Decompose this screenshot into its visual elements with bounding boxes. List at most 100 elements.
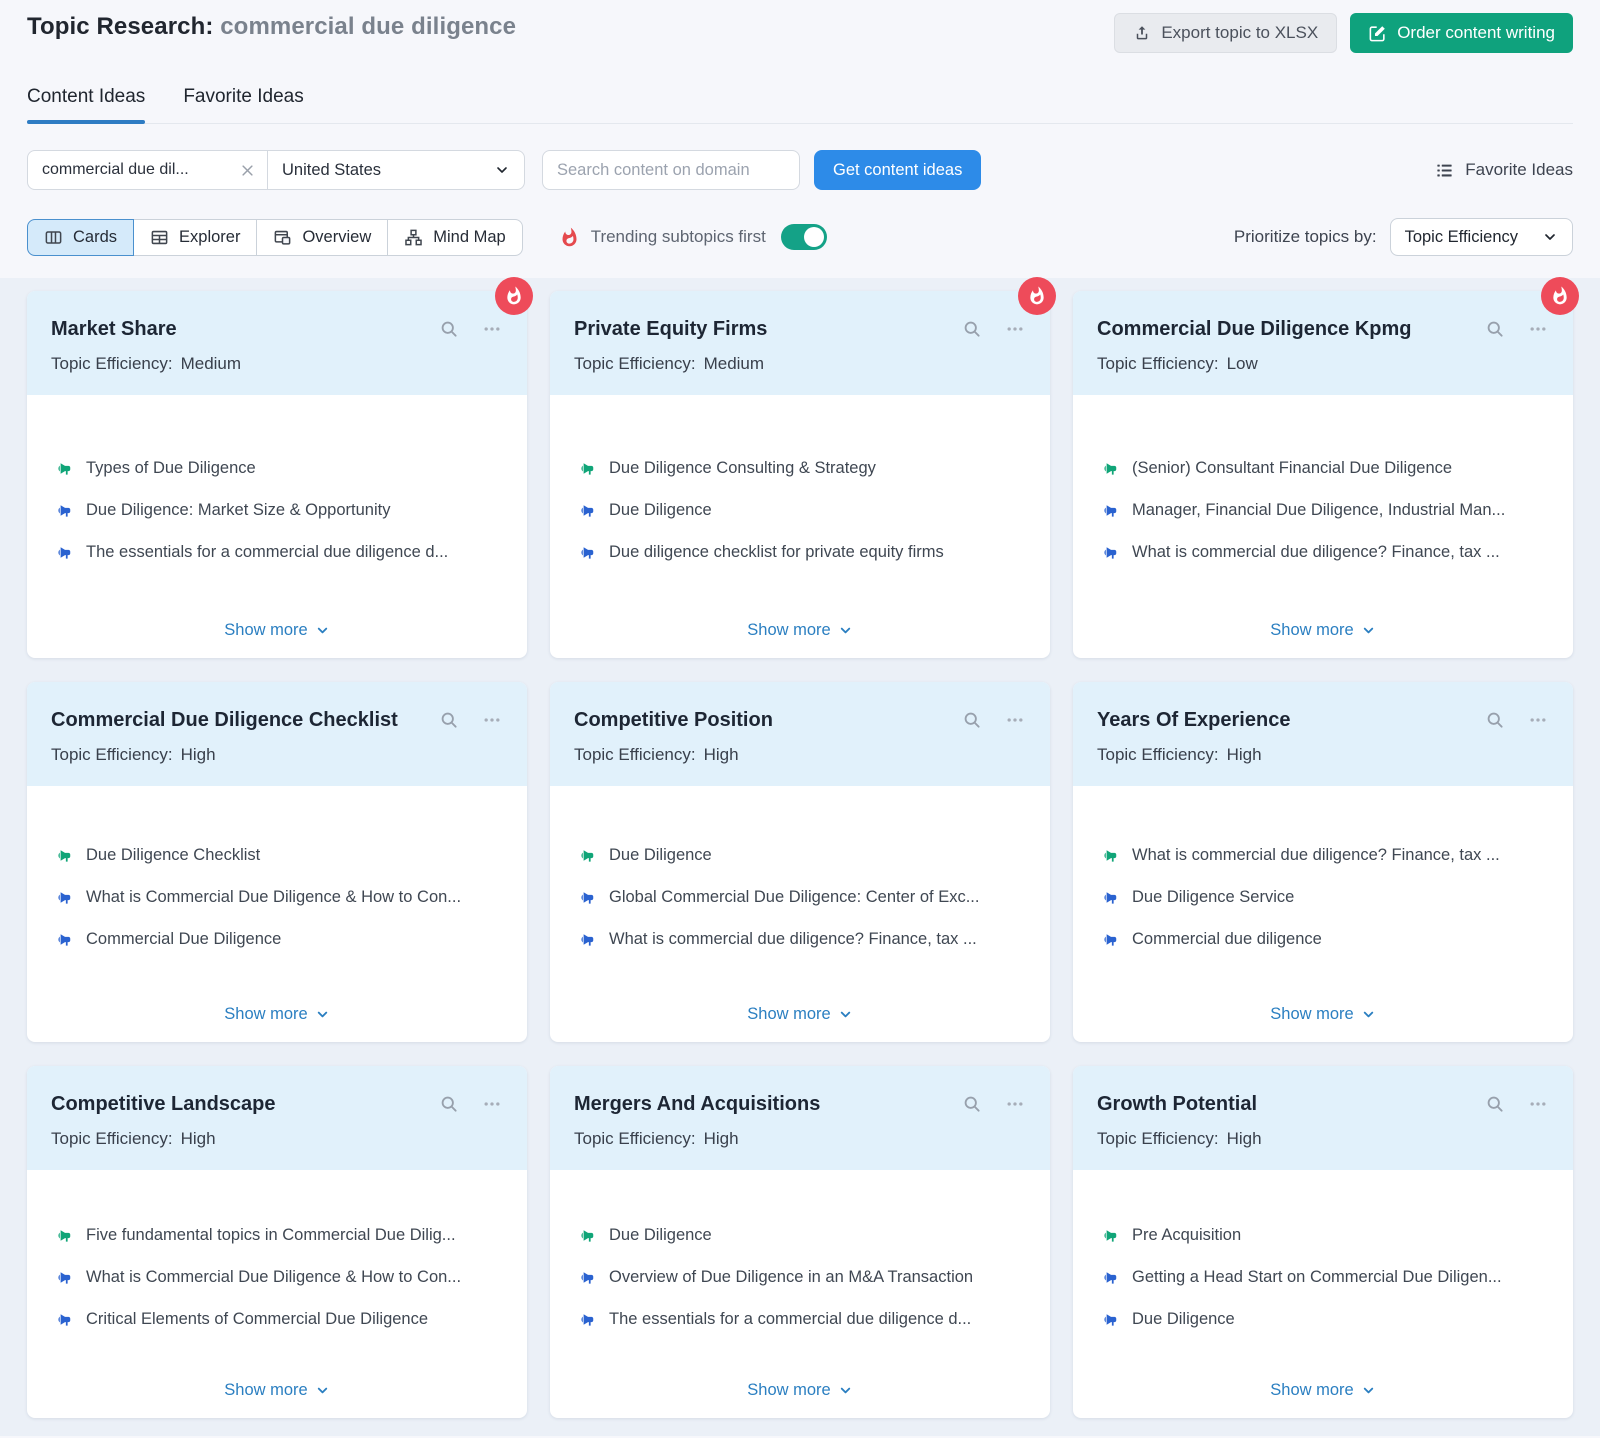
subtopic-item[interactable]: Due Diligence Consulting & Strategy (574, 458, 1026, 479)
show-more-button[interactable]: Show more (1270, 1381, 1375, 1400)
subtopic-item[interactable]: The essentials for a commercial due dili… (51, 542, 503, 563)
card-search-button[interactable] (962, 1094, 982, 1114)
subtopic-item[interactable]: What is commercial due diligence? Financ… (1097, 542, 1549, 563)
topic-efficiency-label: Topic Efficiency: (1097, 354, 1219, 374)
card-title: Commercial Due Diligence Checklist (51, 707, 439, 733)
keyword-value: commercial due dil... (42, 161, 189, 179)
view-bar: Cards Explorer Overview (27, 218, 1573, 256)
get-content-ideas-button[interactable]: Get content ideas (814, 150, 981, 190)
top-bar: Topic Research: commercial due diligence… (0, 0, 1600, 256)
topic-efficiency-value: Medium (181, 354, 241, 374)
tab-content-ideas[interactable]: Content Ideas (27, 86, 145, 123)
subtopic-item[interactable]: Getting a Head Start on Commercial Due D… (1097, 1267, 1549, 1288)
view-explorer-label: Explorer (179, 228, 240, 247)
keyword-input[interactable]: commercial due dil... (28, 151, 268, 189)
megaphone-icon (1097, 542, 1118, 563)
subtopic-item[interactable]: Global Commercial Due Diligence: Center … (574, 887, 1026, 908)
card-search-button[interactable] (1485, 319, 1505, 339)
megaphone-icon (51, 500, 72, 521)
card-search-button[interactable] (962, 319, 982, 339)
subtopic-item[interactable]: Types of Due Diligence (51, 458, 503, 479)
subtopic-item[interactable]: Due Diligence Service (1097, 887, 1549, 908)
view-overview[interactable]: Overview (256, 219, 388, 256)
card-search-button[interactable] (439, 319, 459, 339)
country-value: United States (282, 161, 381, 180)
card-menu-button[interactable] (481, 710, 503, 730)
subtopic-text: Getting a Head Start on Commercial Due D… (1132, 1268, 1502, 1287)
show-more-button[interactable]: Show more (1270, 1005, 1375, 1024)
subtopic-item[interactable]: What is Commercial Due Diligence & How t… (51, 887, 503, 908)
subtopic-item[interactable]: Due Diligence: Market Size & Opportunity (51, 500, 503, 521)
show-more-button[interactable]: Show more (224, 1005, 329, 1024)
subtopic-item[interactable]: (Senior) Consultant Financial Due Dilige… (1097, 458, 1549, 479)
subtopic-item[interactable]: Due Diligence (574, 1225, 1026, 1246)
card-menu-button[interactable] (1527, 710, 1549, 730)
subtopic-item[interactable]: What is Commercial Due Diligence & How t… (51, 1267, 503, 1288)
order-content-button[interactable]: Order content writing (1350, 13, 1573, 53)
topic-card: Competitive PositionTopic Efficiency:Hig… (550, 682, 1050, 1042)
more-dots-icon (1527, 710, 1549, 730)
card-search-button[interactable] (1485, 710, 1505, 730)
card-menu-button[interactable] (481, 1094, 503, 1114)
megaphone-icon (574, 1225, 595, 1246)
trending-toggle[interactable] (781, 224, 827, 250)
subtopic-item[interactable]: What is commercial due diligence? Financ… (574, 929, 1026, 950)
megaphone-icon (1097, 1309, 1118, 1330)
subtopic-text: Global Commercial Due Diligence: Center … (609, 888, 979, 907)
favorite-ideas-label: Favorite Ideas (1465, 160, 1573, 180)
show-more-button[interactable]: Show more (224, 1381, 329, 1400)
subtopic-item[interactable]: Five fundamental topics in Commercial Du… (51, 1225, 503, 1246)
subtopic-item[interactable]: Commercial due diligence (1097, 929, 1549, 950)
export-xlsx-button[interactable]: Export topic to XLSX (1114, 13, 1337, 53)
clear-keyword-icon[interactable] (240, 163, 255, 178)
cards-grid: Market ShareTopic Efficiency:MediumTypes… (27, 291, 1573, 1418)
card-menu-button[interactable] (1527, 319, 1549, 339)
card-header: Mergers And Acquisitions Topic Efficiency… (550, 1066, 1050, 1170)
megaphone-icon (574, 458, 595, 479)
subtopic-item[interactable]: Due Diligence (574, 845, 1026, 866)
tab-favorite-ideas[interactable]: Favorite Ideas (183, 86, 303, 123)
view-mind-map[interactable]: Mind Map (387, 219, 522, 256)
card-menu-button[interactable] (1527, 1094, 1549, 1114)
subtopic-item[interactable]: Pre Acquisition (1097, 1225, 1549, 1246)
subtopic-item[interactable]: Due Diligence Checklist (51, 845, 503, 866)
country-select[interactable]: United States (268, 151, 524, 189)
subtopic-item[interactable]: Overview of Due Diligence in an M&A Tran… (574, 1267, 1026, 1288)
card-search-button[interactable] (962, 710, 982, 730)
card-menu-button[interactable] (1004, 710, 1026, 730)
show-more-button[interactable]: Show more (747, 621, 852, 640)
show-more-button[interactable]: Show more (747, 1005, 852, 1024)
megaphone-icon (1097, 845, 1118, 866)
more-dots-icon (1527, 1094, 1549, 1114)
subtopic-text: Overview of Due Diligence in an M&A Tran… (609, 1268, 973, 1287)
card-header: Commercial Due Diligence KpmgTopic Effic… (1073, 291, 1573, 395)
topic-card: Growth PotentialTopic Efficiency:HighPre… (1073, 1066, 1573, 1418)
show-more-button[interactable]: Show more (224, 621, 329, 640)
subtopic-item[interactable]: What is commercial due diligence? Financ… (1097, 845, 1549, 866)
domain-search-input[interactable] (542, 150, 800, 190)
subtopic-item[interactable]: Critical Elements of Commercial Due Dili… (51, 1309, 503, 1330)
subtopic-item[interactable]: Due Diligence (1097, 1309, 1549, 1330)
subtopic-item[interactable]: The essentials for a commercial due dili… (574, 1309, 1026, 1330)
favorite-ideas-link[interactable]: Favorite Ideas (1435, 160, 1573, 180)
card-search-button[interactable] (1485, 1094, 1505, 1114)
show-more-button[interactable]: Show more (1270, 621, 1375, 640)
megaphone-icon (51, 542, 72, 563)
subtopic-item[interactable]: Commercial Due Diligence (51, 929, 503, 950)
subtopic-item[interactable]: Due diligence checklist for private equi… (574, 542, 1026, 563)
card-menu-button[interactable] (1004, 319, 1026, 339)
card-menu-button[interactable] (481, 319, 503, 339)
prioritize-dropdown[interactable]: Topic Efficiency (1390, 218, 1573, 256)
card-search-button[interactable] (439, 1094, 459, 1114)
show-more-button[interactable]: Show more (747, 1381, 852, 1400)
subtopic-text: What is commercial due diligence? Financ… (1132, 543, 1500, 562)
card-menu-button[interactable] (1004, 1094, 1026, 1114)
card-title: Mergers And Acquisitions (574, 1091, 962, 1117)
view-cards[interactable]: Cards (27, 219, 134, 256)
view-explorer[interactable]: Explorer (133, 219, 257, 256)
subtopic-item[interactable]: Due Diligence (574, 500, 1026, 521)
order-button-label: Order content writing (1397, 23, 1555, 43)
subtopic-item[interactable]: Manager, Financial Due Diligence, Indust… (1097, 500, 1549, 521)
topic-efficiency: Topic Efficiency:High (574, 1129, 1026, 1149)
card-search-button[interactable] (439, 710, 459, 730)
